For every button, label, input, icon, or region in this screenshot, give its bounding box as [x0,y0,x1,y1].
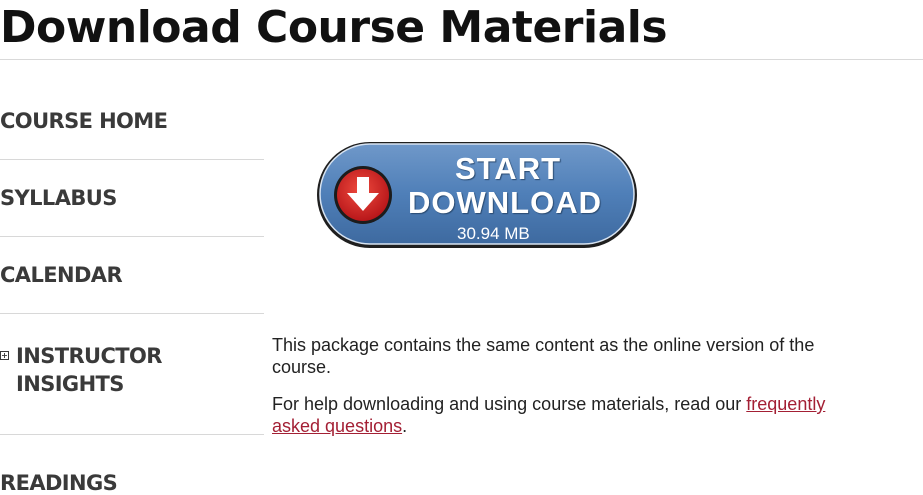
sidebar-item-label: INSTRUCTOR INSIGHTS [16,344,162,396]
download-button-line2: DOWNLOAD [408,185,602,220]
page-title: Download Course Materials [0,2,668,53]
sidebar-item-readings[interactable]: READINGS [0,435,264,495]
sidebar-item-instructor-insights[interactable]: + INSTRUCTOR INSIGHTS [0,314,264,435]
download-arrow-icon [335,167,391,223]
help-suffix: . [402,416,408,436]
plus-box-icon[interactable]: + [0,351,9,360]
download-size: 30.94 MB [457,224,530,243]
package-description: This package contains the same content a… [272,335,815,377]
sidebar-item-calendar[interactable]: CALENDAR [0,237,264,314]
start-download-button[interactable]: START DOWNLOAD 30.94 MB [315,139,639,251]
sidebar-item-course-home[interactable]: COURSE HOME [0,60,264,160]
sidebar-item-syllabus[interactable]: SYLLABUS [0,160,264,237]
sidebar-item-label: SYLLABUS [0,186,117,210]
course-sidebar: COURSE HOME SYLLABUS CALENDAR + INSTRUCT… [0,60,264,495]
help-prefix: For help downloading and using course ma… [272,394,747,414]
download-button-line1: START [455,151,562,186]
sidebar-item-label: READINGS [0,471,118,495]
sidebar-item-label: COURSE HOME [0,109,168,133]
sidebar-item-label: CALENDAR [0,263,123,287]
help-text: For help downloading and using course ma… [272,393,872,437]
